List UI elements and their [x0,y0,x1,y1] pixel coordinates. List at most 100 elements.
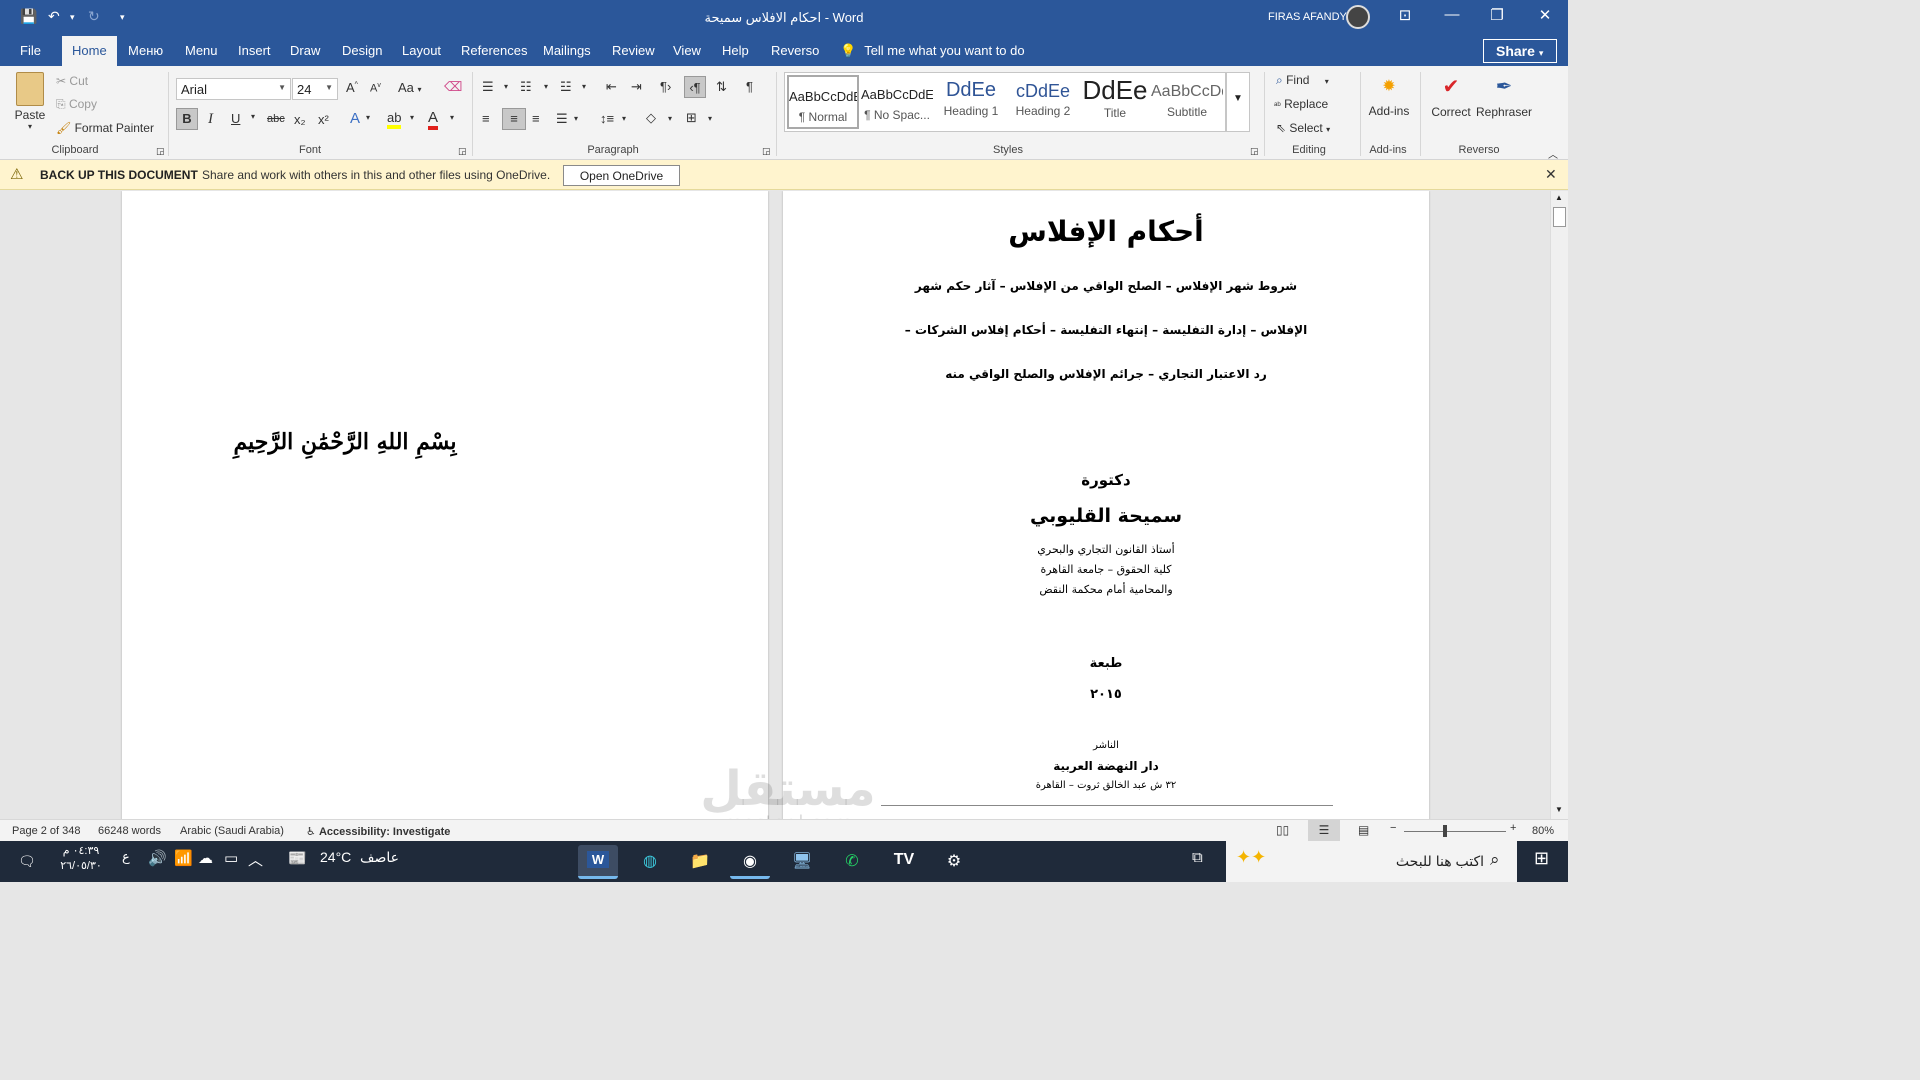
align-center-icon[interactable]: ≡ [502,108,526,130]
taskbar-settings[interactable]: ⚙ [934,845,974,879]
replace-button[interactable]: ᵃᵇ Replace [1274,97,1328,111]
style-no-spacing[interactable]: AaBbCcDdEe ¶ No Spac... [861,75,933,129]
align-left-icon[interactable]: ≡ [482,111,490,126]
tab-menu[interactable]: Menu [185,43,218,58]
tab-review[interactable]: Review [612,43,655,58]
style-title[interactable]: DdEe Title [1079,75,1151,129]
chevron-down-icon[interactable]: ▾ [410,113,414,122]
wifi-icon[interactable]: 📶 [174,849,193,867]
chevron-down-icon[interactable]: ▾ [574,114,578,123]
borders-icon[interactable]: ⊞ [686,110,697,126]
chevron-down-icon[interactable]: ▾ [504,82,508,91]
chevron-down-icon[interactable]: ▾ [544,82,548,91]
publisher-label[interactable]: الناشر [783,740,1429,751]
edition-label[interactable]: طبعة [783,656,1429,671]
scroll-thumb[interactable] [1553,207,1566,227]
tab-layout[interactable]: Layout [402,43,441,58]
clock[interactable]: ٠٤:٣٩ م ٢٦/٠٥/٣٠ [56,844,106,872]
avatar[interactable] [1346,5,1370,29]
close-icon[interactable]: ✕ [1530,6,1560,24]
document-page-left[interactable]: بِسْمِ اللهِ الرَّحْمَٰنِ الرَّحِيمِ [122,191,768,819]
task-view-icon[interactable]: ⧉ [1192,849,1203,866]
scroll-down-icon[interactable]: ▼ [1555,805,1563,814]
add-ins-button[interactable]: ✹ Add-ins [1366,76,1412,118]
vertical-scrollbar[interactable]: ▲ ▼ [1550,191,1568,819]
weather-temp[interactable]: 24°C [320,849,351,865]
collapse-ribbon-icon[interactable]: ︿ [1548,146,1558,161]
doctor-title[interactable]: دكتورة [783,471,1429,489]
style-normal[interactable]: AaBbCcDdEe ¶ Normal [787,75,859,129]
taskbar-file-explorer[interactable]: 📁 [680,845,720,879]
show-formatting-icon[interactable]: ¶ [746,79,753,94]
zoom-slider[interactable] [1404,831,1506,832]
font-color-icon[interactable]: A [428,109,439,130]
edition-year[interactable]: ٢٠١٥ [783,687,1429,702]
author-name[interactable]: سميحة القليوبي [783,505,1429,527]
clipboard-launcher-icon[interactable]: ◲ [156,146,165,157]
subscript-button[interactable]: x₂ [294,112,306,127]
numbering-icon[interactable]: ☷ [520,79,532,95]
taskbar-search[interactable]: ✦✦ اكتب هنا للبحث ⌕ [1226,841,1517,882]
tab-view[interactable]: View [673,43,701,58]
format-painter-button[interactable]: 🖌 Format Painter [56,121,154,135]
news-icon[interactable]: 📰 [288,849,307,867]
taskbar-whatsapp[interactable]: ✆ [832,845,872,879]
chevron-down-icon[interactable]: ▾ [668,114,672,123]
onedrive-icon[interactable]: ☁ [198,849,213,867]
select-button[interactable]: ⇖ Select ▾ [1276,121,1330,135]
user-name[interactable]: FIRAS AFANDY [1268,11,1347,23]
read-mode-icon[interactable]: ▯▯ [1276,823,1289,837]
zoom-level[interactable]: 80% [1532,825,1554,837]
tab-file[interactable]: File [20,43,41,58]
subtitle-line-2[interactable]: الإفلاس – إدارة التفليسة – إنتهاء التفلي… [783,323,1429,337]
styles-more-button[interactable]: ▼ [1226,72,1250,132]
taskbar-tradingview[interactable]: TV [884,845,924,879]
web-layout-icon[interactable]: ▤ [1358,823,1369,837]
zoom-in-icon[interactable]: + [1510,822,1516,834]
align-right-icon[interactable]: ≡ [532,111,540,126]
sort-icon[interactable]: ⇅ [716,79,727,95]
font-launcher-icon[interactable]: ◲ [458,146,467,157]
taskbar-edge[interactable]: ◍ [630,845,670,879]
tab-reverso[interactable]: Reverso [771,43,819,58]
basmala-text[interactable]: بِسْمِ اللهِ الرَّحْمَٰنِ الرَّحِيمِ [122,429,768,455]
author-line-1[interactable]: أستاذ القانون التجاري والبحري [783,543,1429,556]
clear-formatting-icon[interactable]: ⌫ [444,79,462,95]
subtitle-line-3[interactable]: رد الاعتبار التجاري – جرائم الإفلاس والص… [783,367,1429,381]
style-subtitle[interactable]: AaBbCcDdEe Subtitle [1151,75,1223,129]
decrease-indent-icon[interactable]: ⇤ [606,79,617,95]
windows-start-icon[interactable]: ⊞ [1534,848,1549,869]
ltr-icon[interactable]: ¶› [660,79,671,94]
tab-menu-ru[interactable]: Меню [128,43,163,58]
paragraph-launcher-icon[interactable]: ◲ [762,146,771,157]
taskbar-word[interactable]: W [578,845,618,879]
find-button[interactable]: ⌕ Find ▾ [1276,73,1329,88]
restore-icon[interactable]: ❐ [1482,6,1512,24]
font-name-select[interactable]: Arial ▼ [176,78,291,100]
bullets-icon[interactable]: ☰ [482,79,494,95]
battery-icon[interactable]: ▭ [224,849,238,867]
weather-desc[interactable]: عاصف [360,849,399,866]
chevron-down-icon[interactable]: ▾ [366,113,370,122]
page-count[interactable]: Page 2 of 348 [12,825,81,837]
chevron-down-icon[interactable]: ▾ [582,82,586,91]
author-line-2[interactable]: كلية الحقوق – جامعة القاهرة [783,563,1429,576]
input-language[interactable]: ع [122,849,130,865]
paste-button[interactable]: Paste ▾ [12,72,48,131]
superscript-button[interactable]: x² [318,112,329,127]
tab-references[interactable]: References [461,43,527,58]
grow-font-button[interactable]: A^ [346,80,358,95]
ribbon-display-options-icon[interactable]: ⊡ [1390,6,1420,24]
multilevel-list-icon[interactable]: ☳ [560,79,572,95]
print-layout-icon[interactable]: ☰ [1308,820,1340,841]
document-page-right[interactable]: أحكام الإفلاس شروط شهر الإفلاس – الصلح ا… [783,191,1429,819]
change-case-button[interactable]: Aa ▾ [398,80,422,95]
rephraser-button[interactable]: ✒ Rephraser [1476,74,1532,119]
taskbar-chrome[interactable]: ◉ [730,845,770,879]
tab-draw[interactable]: Draw [290,43,320,58]
close-notification-icon[interactable]: ✕ [1545,166,1557,183]
bold-button[interactable]: B [176,108,198,130]
shading-icon[interactable]: ◇ [646,110,656,126]
tab-home[interactable]: Home [62,36,117,66]
chevron-down-icon[interactable]: ▾ [622,114,626,123]
